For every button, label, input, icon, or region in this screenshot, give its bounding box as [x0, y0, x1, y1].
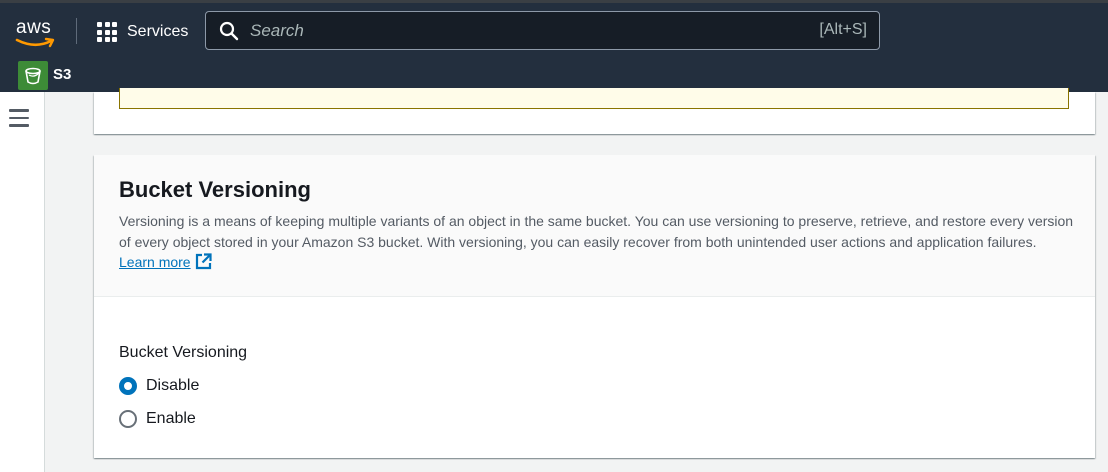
top-navigation-bar: aws Services Search [Alt+S] S3 — [0, 0, 1108, 92]
radio-label-disable: Disable — [146, 377, 200, 394]
panel-title: Bucket Versioning — [119, 177, 311, 202]
learn-more-link[interactable]: Learn more — [119, 253, 212, 270]
aws-logo-text: aws — [16, 17, 52, 38]
services-menu-button[interactable]: Services — [97, 20, 188, 44]
service-name-label[interactable]: S3 — [53, 66, 71, 83]
radio-label-enable: Enable — [146, 410, 196, 427]
warning-alert — [119, 88, 1069, 109]
aws-logo[interactable]: aws — [15, 17, 59, 49]
radio-button-enable[interactable] — [119, 410, 137, 428]
panel-description: Versioning is a means of keeping multipl… — [119, 211, 1074, 273]
versioning-field-label: Bucket Versioning — [119, 344, 248, 361]
side-navigation — [0, 92, 45, 472]
search-input[interactable]: Search [Alt+S] — [205, 11, 880, 50]
hamburger-icon[interactable] — [9, 109, 29, 127]
panel-header: Bucket Versioning Versioning is a means … — [94, 155, 1095, 297]
description-text: Versioning is a means of keeping multipl… — [119, 213, 1074, 250]
aws-smile-icon — [15, 37, 55, 48]
services-label: Services — [127, 23, 189, 40]
search-shortcut-hint: [Alt+S] — [819, 21, 867, 38]
bucket-versioning-panel: Bucket Versioning Versioning is a means … — [94, 155, 1095, 458]
search-icon — [219, 21, 239, 41]
radio-option-disable[interactable]: Disable — [119, 375, 199, 397]
grid-icon — [97, 22, 117, 42]
previous-panel — [94, 88, 1095, 134]
search-placeholder: Search — [250, 21, 304, 40]
external-link-icon — [195, 253, 212, 270]
bucket-icon — [25, 67, 41, 84]
radio-option-enable[interactable]: Enable — [119, 408, 196, 430]
radio-button-disable[interactable] — [119, 377, 137, 395]
learn-more-text: Learn more — [119, 254, 191, 270]
nav-divider — [76, 18, 77, 44]
s3-service-icon[interactable] — [18, 61, 48, 90]
